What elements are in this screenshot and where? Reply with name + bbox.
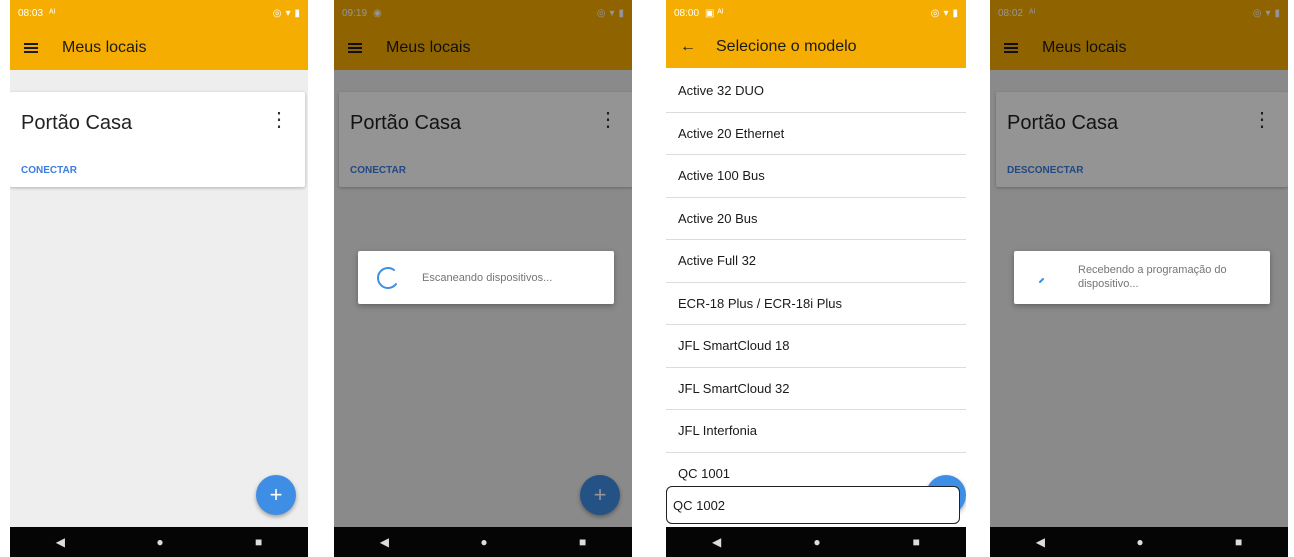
nav-bar: ◀ ● ■ (10, 527, 308, 557)
list-item[interactable]: JFL Interfonia (666, 410, 966, 453)
status-time: 08:00 (674, 7, 700, 19)
sync-icon: ◎ (272, 7, 282, 19)
model-list: Active 32 DUO Active 20 Ethernet Active … (666, 70, 966, 495)
app-bar: ← Selecione o modelo (666, 26, 966, 68)
status-icons: ◎ ▾ ▮ (273, 8, 300, 19)
wifi-icon: ▾ (285, 7, 291, 19)
spinner-icon (377, 266, 397, 289)
menu-icon[interactable] (24, 42, 38, 54)
screen-scanning: 09:19 ◉ ◎ ▾ ▮ Meus locais Portão Casa ⋮ C… (334, 0, 632, 557)
notification-icon: ᴬᴵ (49, 7, 56, 19)
sync-icon: ◎ (930, 7, 940, 19)
nav-bar: ◀ ● ■ (990, 527, 1288, 557)
status-bar: 08:03 ᴬᴵ ◎ ▾ ▮ (10, 0, 308, 26)
nav-bar: ◀ ● ■ (334, 527, 632, 557)
list-item[interactable]: JFL SmartCloud 18 (666, 325, 966, 368)
list-item[interactable]: Active 32 DUO (666, 70, 966, 113)
selected-model-label: QC 1002 (673, 497, 726, 513)
back-icon[interactable]: ◀ (56, 535, 65, 549)
home-icon[interactable]: ● (1136, 535, 1143, 549)
home-icon[interactable]: ● (156, 535, 163, 549)
screen-receiving: 08:02 ᴬᴵ ◎ ▾ ▮ Meus locais Portão Casa ⋮ … (990, 0, 1288, 557)
notification-icon: ▣ ᴬᴵ (705, 7, 724, 19)
scanning-dialog: Escaneando dispositivos... (358, 251, 614, 304)
battery-icon: ▮ (294, 7, 300, 19)
recents-icon[interactable]: ■ (579, 535, 586, 549)
screen-select-model: 08:00 ▣ ᴬᴵ ◎ ▾ ▮ ← Selecione o modelo Act… (666, 0, 966, 557)
spinner-icon (1039, 277, 1044, 283)
list-item[interactable]: JFL SmartCloud 32 (666, 368, 966, 410)
nav-bar: ◀ ● ■ (666, 527, 966, 557)
home-icon[interactable]: ● (480, 535, 487, 549)
connect-button[interactable]: CONECTAR (21, 165, 77, 176)
list-item[interactable]: ECR-18 Plus / ECR-18i Plus (666, 283, 966, 325)
back-icon[interactable]: ◀ (1036, 535, 1045, 549)
receiving-dialog: Recebendo a programação do dispositivo..… (1014, 251, 1270, 304)
status-bar: 08:00 ▣ ᴬᴵ ◎ ▾ ▮ (666, 0, 966, 26)
more-vert-icon[interactable]: ⋮ (269, 110, 289, 130)
status-time: 08:03 (18, 7, 44, 19)
list-item[interactable]: Active Full 32 (666, 240, 966, 283)
dialog-message: Escaneando dispositivos... (422, 271, 553, 284)
recents-icon[interactable]: ■ (913, 535, 920, 549)
wifi-icon: ▾ (943, 7, 949, 19)
add-button[interactable]: + (256, 475, 296, 515)
location-name: Portão Casa (21, 112, 133, 134)
page-title: Selecione o modelo (716, 38, 857, 55)
back-icon[interactable]: ◀ (380, 535, 389, 549)
app-bar: Meus locais (10, 26, 308, 70)
status-icons: ◎ ▾ ▮ (931, 8, 958, 19)
list-item[interactable]: Active 20 Bus (666, 198, 966, 240)
screen-meus-locais: 08:03 ᴬᴵ ◎ ▾ ▮ Meus locais Portão Casa ⋮ … (10, 0, 308, 557)
back-arrow-icon[interactable]: ← (680, 38, 696, 56)
list-item[interactable]: Active 20 Ethernet (666, 113, 966, 155)
list-item-selected[interactable]: QC 1002 (666, 486, 960, 524)
list-item[interactable]: Active 100 Bus (666, 155, 966, 198)
home-icon[interactable]: ● (813, 535, 820, 549)
battery-icon: ▮ (952, 7, 958, 19)
recents-icon[interactable]: ■ (255, 535, 262, 549)
recents-icon[interactable]: ■ (1235, 535, 1242, 549)
dialog-message: Recebendo a programação do dispositivo..… (1078, 264, 1227, 290)
location-card: Portão Casa ⋮ CONECTAR (10, 92, 305, 187)
back-icon[interactable]: ◀ (712, 535, 721, 549)
page-title: Meus locais (62, 39, 147, 56)
